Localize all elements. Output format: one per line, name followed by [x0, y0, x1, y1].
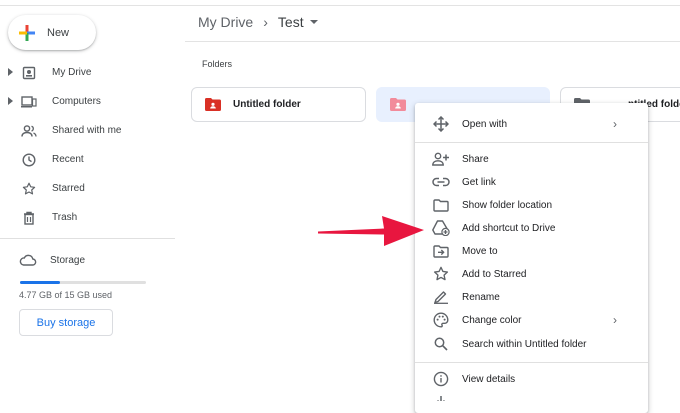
star-icon	[21, 181, 37, 197]
buy-storage-button[interactable]: Buy storage	[19, 309, 113, 336]
folder-name: Untitled folder	[233, 99, 301, 110]
menu-item-rename[interactable]: Rename	[415, 286, 648, 308]
menu-divider	[415, 362, 648, 363]
add-shortcut-icon	[432, 219, 450, 237]
menu-item-view-details[interactable]: View details	[415, 368, 648, 390]
menu-divider	[415, 142, 648, 143]
sidebar-nav: My Drive Computers Shared with me Recent…	[0, 58, 175, 232]
menu-item-label: View details	[462, 373, 516, 385]
new-button[interactable]: New	[8, 15, 96, 50]
menu-item-move-to[interactable]: Move to	[415, 240, 648, 262]
menu-item-label: Add shortcut to Drive	[462, 222, 556, 234]
folder-card[interactable]: Untitled folder	[191, 87, 366, 122]
header-divider	[185, 41, 680, 42]
context-menu: Open with › Share Get link Show folder l…	[415, 103, 648, 413]
folders-heading: Folders	[202, 59, 233, 69]
storage-progress-fill	[20, 281, 61, 284]
sidebar-divider	[0, 238, 175, 239]
sidebar-item-my-drive[interactable]: My Drive	[0, 58, 175, 87]
info-icon	[432, 370, 450, 388]
menu-item-label: Show folder location	[462, 199, 553, 211]
dropdown-arrow-icon[interactable]	[309, 20, 318, 24]
shared-folder-icon	[205, 98, 221, 111]
computers-icon	[21, 94, 37, 110]
breadcrumb-current[interactable]: Test	[278, 14, 304, 30]
shared-icon	[21, 123, 37, 139]
pencil-icon	[432, 288, 450, 306]
annotation-arrow-icon	[318, 216, 424, 246]
breadcrumb-root[interactable]: My Drive	[198, 14, 253, 30]
expand-caret-icon[interactable]	[8, 68, 13, 76]
menu-item-search-within[interactable]: Search within Untitled folder	[415, 333, 648, 355]
chevron-right-icon: ›	[263, 14, 268, 30]
sidebar-item-recent[interactable]: Recent	[0, 145, 175, 174]
menu-item-share[interactable]: Share	[415, 148, 648, 170]
menu-item-label: Search within Untitled folder	[462, 338, 587, 350]
sidebar-item-trash[interactable]: Trash	[0, 203, 175, 232]
cloud-icon	[19, 254, 37, 266]
sidebar-item-starred[interactable]: Starred	[0, 174, 175, 203]
menu-item-label: Add to Starred	[462, 268, 527, 280]
breadcrumb: My Drive › Test	[198, 14, 318, 30]
sidebar-item-label: Shared with me	[52, 125, 122, 136]
move-to-icon	[432, 242, 450, 260]
menu-item-get-link[interactable]: Get link	[415, 171, 648, 193]
menu-item-change-color[interactable]: Change color ›	[415, 309, 648, 331]
chevron-right-icon: ›	[613, 117, 617, 131]
share-person-icon	[432, 150, 450, 168]
star-icon	[432, 265, 450, 283]
drive-icon	[21, 65, 37, 81]
chevron-right-icon: ›	[613, 313, 617, 327]
sidebar-item-label: Trash	[52, 212, 78, 223]
shared-folder-icon	[390, 98, 406, 111]
menu-item-label: Move to	[462, 245, 498, 257]
menu-item-label: Rename	[462, 291, 500, 303]
menu-item-add-shortcut[interactable]: Add shortcut to Drive	[415, 217, 648, 239]
top-border	[0, 0, 680, 6]
sidebar-item-computers[interactable]: Computers	[0, 87, 175, 116]
clock-icon	[21, 152, 37, 168]
folder-outline-icon	[432, 196, 450, 214]
sidebar-item-label: Recent	[52, 154, 84, 165]
sidebar-item-label: Computers	[52, 96, 101, 107]
menu-item-show-folder-location[interactable]: Show folder location	[415, 194, 648, 216]
menu-item-add-to-starred[interactable]: Add to Starred	[415, 263, 648, 285]
menu-item-label: Change color	[462, 314, 522, 326]
storage-label: Storage	[50, 254, 86, 266]
search-icon	[432, 335, 450, 353]
link-icon	[432, 173, 450, 191]
menu-item-label: Get link	[462, 176, 496, 188]
move-icon	[432, 115, 450, 133]
new-button-label: New	[47, 26, 70, 39]
sidebar-item-shared-with-me[interactable]: Shared with me	[0, 116, 175, 145]
storage-section[interactable]: Storage	[19, 250, 85, 270]
trash-icon	[21, 210, 37, 226]
palette-icon	[432, 311, 450, 329]
sidebar-item-label: Starred	[52, 183, 85, 194]
storage-progress-bar	[20, 281, 146, 284]
plus-multicolor-icon	[19, 24, 35, 41]
sidebar-item-label: My Drive	[52, 67, 92, 78]
menu-item-open-with[interactable]: Open with ›	[415, 113, 648, 135]
menu-item-label: Open with	[462, 118, 508, 130]
expand-caret-icon[interactable]	[8, 97, 13, 105]
storage-used-text: 4.77 GB of 15 GB used	[19, 290, 113, 300]
menu-item-label: Share	[462, 153, 489, 165]
